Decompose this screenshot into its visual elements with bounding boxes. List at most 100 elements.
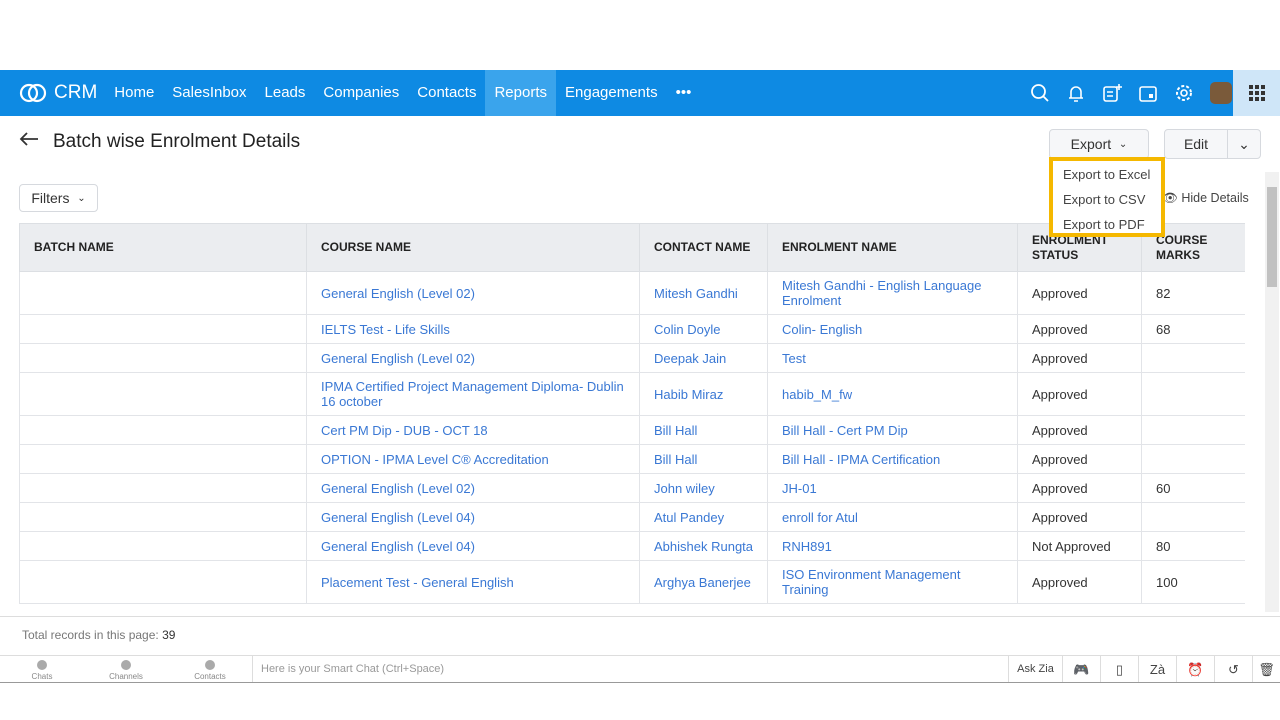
hide-details-link[interactable]: 👁 Hide Details — [1162, 191, 1249, 206]
nav-contacts[interactable]: Contacts — [408, 70, 485, 116]
table-row[interactable]: General English (Level 04) Atul Pandey enr… — [19, 502, 1245, 532]
col-course-name[interactable]: COURSE NAME — [306, 223, 640, 272]
export-to-pdf[interactable]: Export to PDF — [1063, 214, 1161, 239]
apps-grid-icon[interactable] — [1233, 70, 1280, 116]
ask-zia-button[interactable]: Ask Zia — [1008, 656, 1062, 682]
nav-leads[interactable]: Leads — [256, 70, 315, 116]
search-icon[interactable] — [1030, 83, 1050, 103]
cell-enrolment-name[interactable]: ISO Environment Management Training — [767, 560, 1018, 604]
translate-icon[interactable]: Zà — [1138, 656, 1176, 682]
table-row[interactable]: General English (Level 02) John wiley JH-0… — [19, 473, 1245, 503]
cell-contact-name[interactable]: Arghya Banerjee — [639, 560, 768, 604]
cell-course-name[interactable]: General English (Level 02) — [306, 343, 640, 373]
cell-enrolment-name[interactable]: enroll for Atul — [767, 502, 1018, 532]
table-row[interactable]: General English (Level 02) Mitesh Gandhi M… — [19, 271, 1245, 315]
cell-contact-name[interactable]: Deepak Jain — [639, 343, 768, 373]
crm-logo[interactable]: CRM — [18, 82, 97, 104]
contacts-tab[interactable]: Contacts — [168, 656, 252, 682]
nav-engagements[interactable]: Engagements — [556, 70, 667, 116]
cell-course-name[interactable]: OPTION - IPMA Level C® Accreditation — [306, 444, 640, 474]
calendar-icon[interactable] — [1138, 83, 1158, 103]
cell-enrolment-status: Approved — [1017, 372, 1142, 416]
cell-enrolment-name[interactable]: habib_M_fw — [767, 372, 1018, 416]
cell-course-name[interactable]: Placement Test - General English — [306, 560, 640, 604]
cell-course-name[interactable]: General English (Level 04) — [306, 531, 640, 561]
cell-contact-name[interactable]: Mitesh Gandhi — [639, 271, 768, 315]
cell-enrolment-status: Approved — [1017, 444, 1142, 474]
edit-button[interactable]: Edit — [1164, 129, 1228, 159]
filters-label: Filters — [31, 190, 70, 206]
history-icon[interactable]: ↺ — [1214, 656, 1252, 682]
nav-reports[interactable]: Reports — [485, 70, 556, 116]
chats-tab[interactable]: Chats — [0, 656, 84, 682]
cell-course-name[interactable]: IELTS Test - Life Skills — [306, 314, 640, 344]
cell-course-name[interactable]: IPMA Certified Project Management Diplom… — [306, 372, 640, 416]
cell-batch-name — [19, 560, 307, 604]
cell-course-name[interactable]: General English (Level 04) — [306, 502, 640, 532]
gear-icon[interactable] — [1174, 83, 1194, 103]
cell-enrolment-status: Approved — [1017, 271, 1142, 315]
trash-icon[interactable]: 🗑 — [1252, 656, 1280, 682]
back-arrow-icon[interactable] — [19, 131, 39, 153]
col-contact-name[interactable]: CONTACT NAME — [639, 223, 768, 272]
nav-companies[interactable]: Companies — [314, 70, 408, 116]
cell-course-marks: 80 — [1141, 531, 1245, 561]
cell-batch-name — [19, 531, 307, 561]
cell-contact-name[interactable]: Habib Miraz — [639, 372, 768, 416]
avatar[interactable] — [1210, 82, 1232, 104]
cell-contact-name[interactable]: Bill Hall — [639, 444, 768, 474]
table-row[interactable]: General English (Level 04) Abhishek Rungt… — [19, 531, 1245, 561]
cell-batch-name — [19, 314, 307, 344]
notes-icon[interactable]: ▯ — [1100, 656, 1138, 682]
cell-enrolment-name[interactable]: Mitesh Gandhi - English Language Enrolme… — [767, 271, 1018, 315]
smart-chat-input[interactable]: Here is your Smart Chat (Ctrl+Space) — [252, 656, 1008, 682]
cell-enrolment-name[interactable]: Test — [767, 343, 1018, 373]
add-note-icon[interactable] — [1102, 83, 1122, 103]
table-row[interactable]: General English (Level 02) Deepak Jain Tes… — [19, 343, 1245, 373]
table-row[interactable]: Cert PM Dip - DUB - OCT 18 Bill Hall Bill … — [19, 415, 1245, 445]
cell-contact-name[interactable]: Colin Doyle — [639, 314, 768, 344]
cell-course-marks — [1141, 444, 1245, 474]
cell-contact-name[interactable]: John wiley — [639, 473, 768, 503]
edit-dropdown-chevron-icon[interactable]: ⌄ — [1227, 129, 1261, 159]
cell-contact-name[interactable]: Bill Hall — [639, 415, 768, 445]
cell-course-name[interactable]: General English (Level 02) — [306, 271, 640, 315]
cell-enrolment-name[interactable]: JH-01 — [767, 473, 1018, 503]
table-row[interactable]: IPMA Certified Project Management Diplom… — [19, 372, 1245, 416]
top-nav: CRM Home SalesInbox Leads Companies Cont… — [0, 70, 1280, 116]
col-batch-name[interactable]: BATCH NAME — [19, 223, 307, 272]
more-icon[interactable]: ••• — [667, 70, 701, 116]
cell-enrolment-status: Approved — [1017, 560, 1142, 604]
export-to-csv[interactable]: Export to CSV — [1063, 189, 1161, 214]
export-label: Export — [1070, 136, 1112, 152]
channels-tab[interactable]: Channels — [84, 656, 168, 682]
cell-enrolment-name[interactable]: Bill Hall - Cert PM Dip — [767, 415, 1018, 445]
cell-contact-name[interactable]: Abhishek Rungta — [639, 531, 768, 561]
cell-course-name[interactable]: General English (Level 02) — [306, 473, 640, 503]
export-button[interactable]: Export ⌄ — [1049, 129, 1149, 159]
scrollbar-thumb[interactable] — [1267, 187, 1277, 287]
cell-contact-name[interactable]: Atul Pandey — [639, 502, 768, 532]
export-to-excel[interactable]: Export to Excel — [1063, 164, 1161, 189]
cell-enrolment-name[interactable]: Bill Hall - IPMA Certification — [767, 444, 1018, 474]
cell-batch-name — [19, 502, 307, 532]
cell-course-name[interactable]: Cert PM Dip - DUB - OCT 18 — [306, 415, 640, 445]
nav-salesinbox[interactable]: SalesInbox — [163, 70, 255, 116]
filters-button[interactable]: Filters ⌄ — [19, 184, 98, 212]
table-row[interactable]: Placement Test - General English Arghya B… — [19, 560, 1245, 604]
bell-icon[interactable] — [1066, 83, 1086, 103]
cell-course-marks — [1141, 502, 1245, 532]
table-row[interactable]: IELTS Test - Life Skills Colin Doyle Colin… — [19, 314, 1245, 344]
chat-icon — [37, 660, 47, 670]
nav-home[interactable]: Home — [105, 70, 163, 116]
alarm-icon[interactable]: ⏰ — [1176, 656, 1214, 682]
cell-course-marks — [1141, 343, 1245, 373]
cell-enrolment-status: Approved — [1017, 473, 1142, 503]
cell-enrolment-name[interactable]: Colin- English — [767, 314, 1018, 344]
gamepad-icon[interactable]: 🎮 — [1062, 656, 1100, 682]
cell-enrolment-name[interactable]: RNH891 — [767, 531, 1018, 561]
table-row[interactable]: OPTION - IPMA Level C® Accreditation Bill… — [19, 444, 1245, 474]
brand-name: CRM — [54, 82, 98, 103]
col-enrolment-name[interactable]: ENROLMENT NAME — [767, 223, 1018, 272]
chevron-down-icon: ⌄ — [1118, 138, 1128, 150]
